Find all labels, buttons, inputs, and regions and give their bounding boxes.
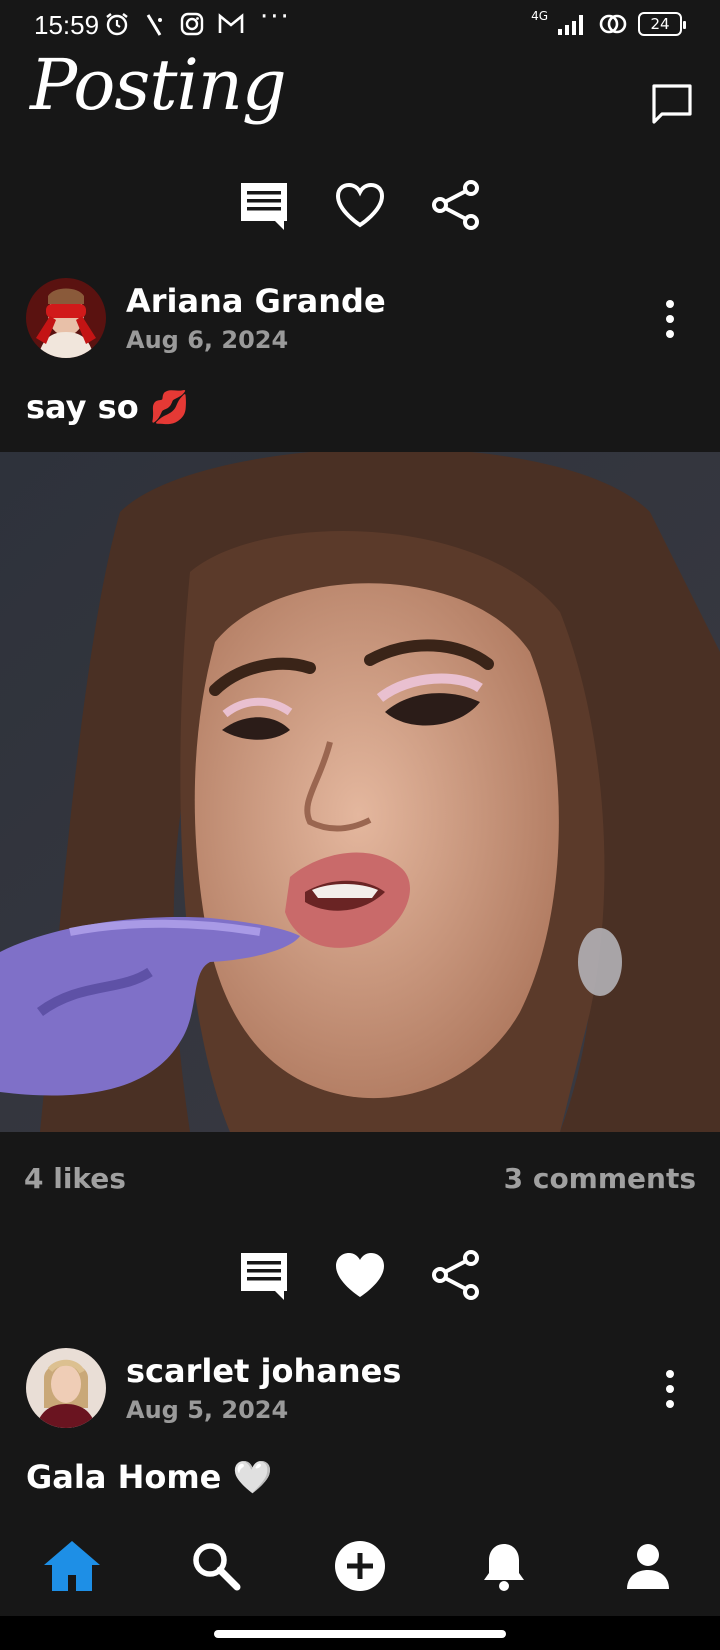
network-label: 4G <box>531 9 548 23</box>
post-image[interactable] <box>0 452 720 1132</box>
heart-outline-icon <box>335 182 385 228</box>
add-icon <box>335 1541 385 1591</box>
signal-icon <box>558 15 583 35</box>
home-indicator[interactable] <box>214 1630 506 1638</box>
comment-button[interactable] <box>237 1248 291 1302</box>
more-options-button[interactable] <box>664 300 676 338</box>
share-icon <box>432 180 479 230</box>
nav-search[interactable] <box>180 1530 252 1602</box>
status-more-dots: ··· <box>260 2 291 32</box>
post-caption: Gala Home 🤍 <box>26 1458 273 1496</box>
comment-icon <box>241 183 287 230</box>
like-button[interactable] <box>333 1248 387 1302</box>
battery-indicator: 24 <box>638 12 686 36</box>
post-header: scarlet johanes Aug 5, 2024 <box>0 1348 720 1432</box>
comments-count[interactable]: 3 comments <box>504 1162 696 1195</box>
post-author[interactable]: Ariana Grande <box>126 282 386 320</box>
gmail-icon <box>218 13 244 33</box>
bottom-nav <box>0 1516 720 1616</box>
nav-add[interactable] <box>324 1530 396 1602</box>
post-actions-bottom <box>0 1248 720 1302</box>
home-icon <box>44 1541 100 1591</box>
avatar[interactable] <box>26 1348 106 1428</box>
avatar[interactable] <box>26 278 106 358</box>
status-time: 15:59 <box>34 10 100 40</box>
status-icons-left <box>104 11 244 37</box>
nav-notifications[interactable] <box>468 1530 540 1602</box>
post-date: Aug 6, 2024 <box>126 326 289 354</box>
like-button[interactable] <box>333 178 387 232</box>
alarm-icon <box>106 13 128 36</box>
comment-icon <box>241 1253 287 1300</box>
post-actions-top <box>0 178 720 232</box>
share-icon <box>432 1250 479 1300</box>
likes-count[interactable]: 4 likes <box>24 1162 126 1195</box>
search-icon <box>193 1543 241 1591</box>
more-options-button[interactable] <box>664 1370 676 1408</box>
message-square-icon[interactable] <box>650 82 694 126</box>
share-button[interactable] <box>429 1248 483 1302</box>
status-right: 4G 24 <box>531 9 686 36</box>
slash-app-icon <box>146 14 162 36</box>
post-date: Aug 5, 2024 <box>126 1396 289 1424</box>
comment-button[interactable] <box>237 178 291 232</box>
post-caption: say so 💋 <box>26 388 190 426</box>
app-title: Posting <box>30 44 287 126</box>
heart-filled-icon <box>336 1253 384 1297</box>
post-stats: 4 likes 3 comments <box>24 1162 696 1202</box>
nav-profile[interactable] <box>612 1530 684 1602</box>
nav-home[interactable] <box>36 1530 108 1602</box>
post-author[interactable]: scarlet johanes <box>126 1352 401 1390</box>
instagram-icon <box>180 12 204 36</box>
bell-icon <box>484 1544 524 1591</box>
post-header: Ariana Grande Aug 6, 2024 <box>0 278 720 362</box>
share-button[interactable] <box>429 178 483 232</box>
profile-icon <box>627 1544 669 1589</box>
hotspot-icon <box>599 14 627 34</box>
